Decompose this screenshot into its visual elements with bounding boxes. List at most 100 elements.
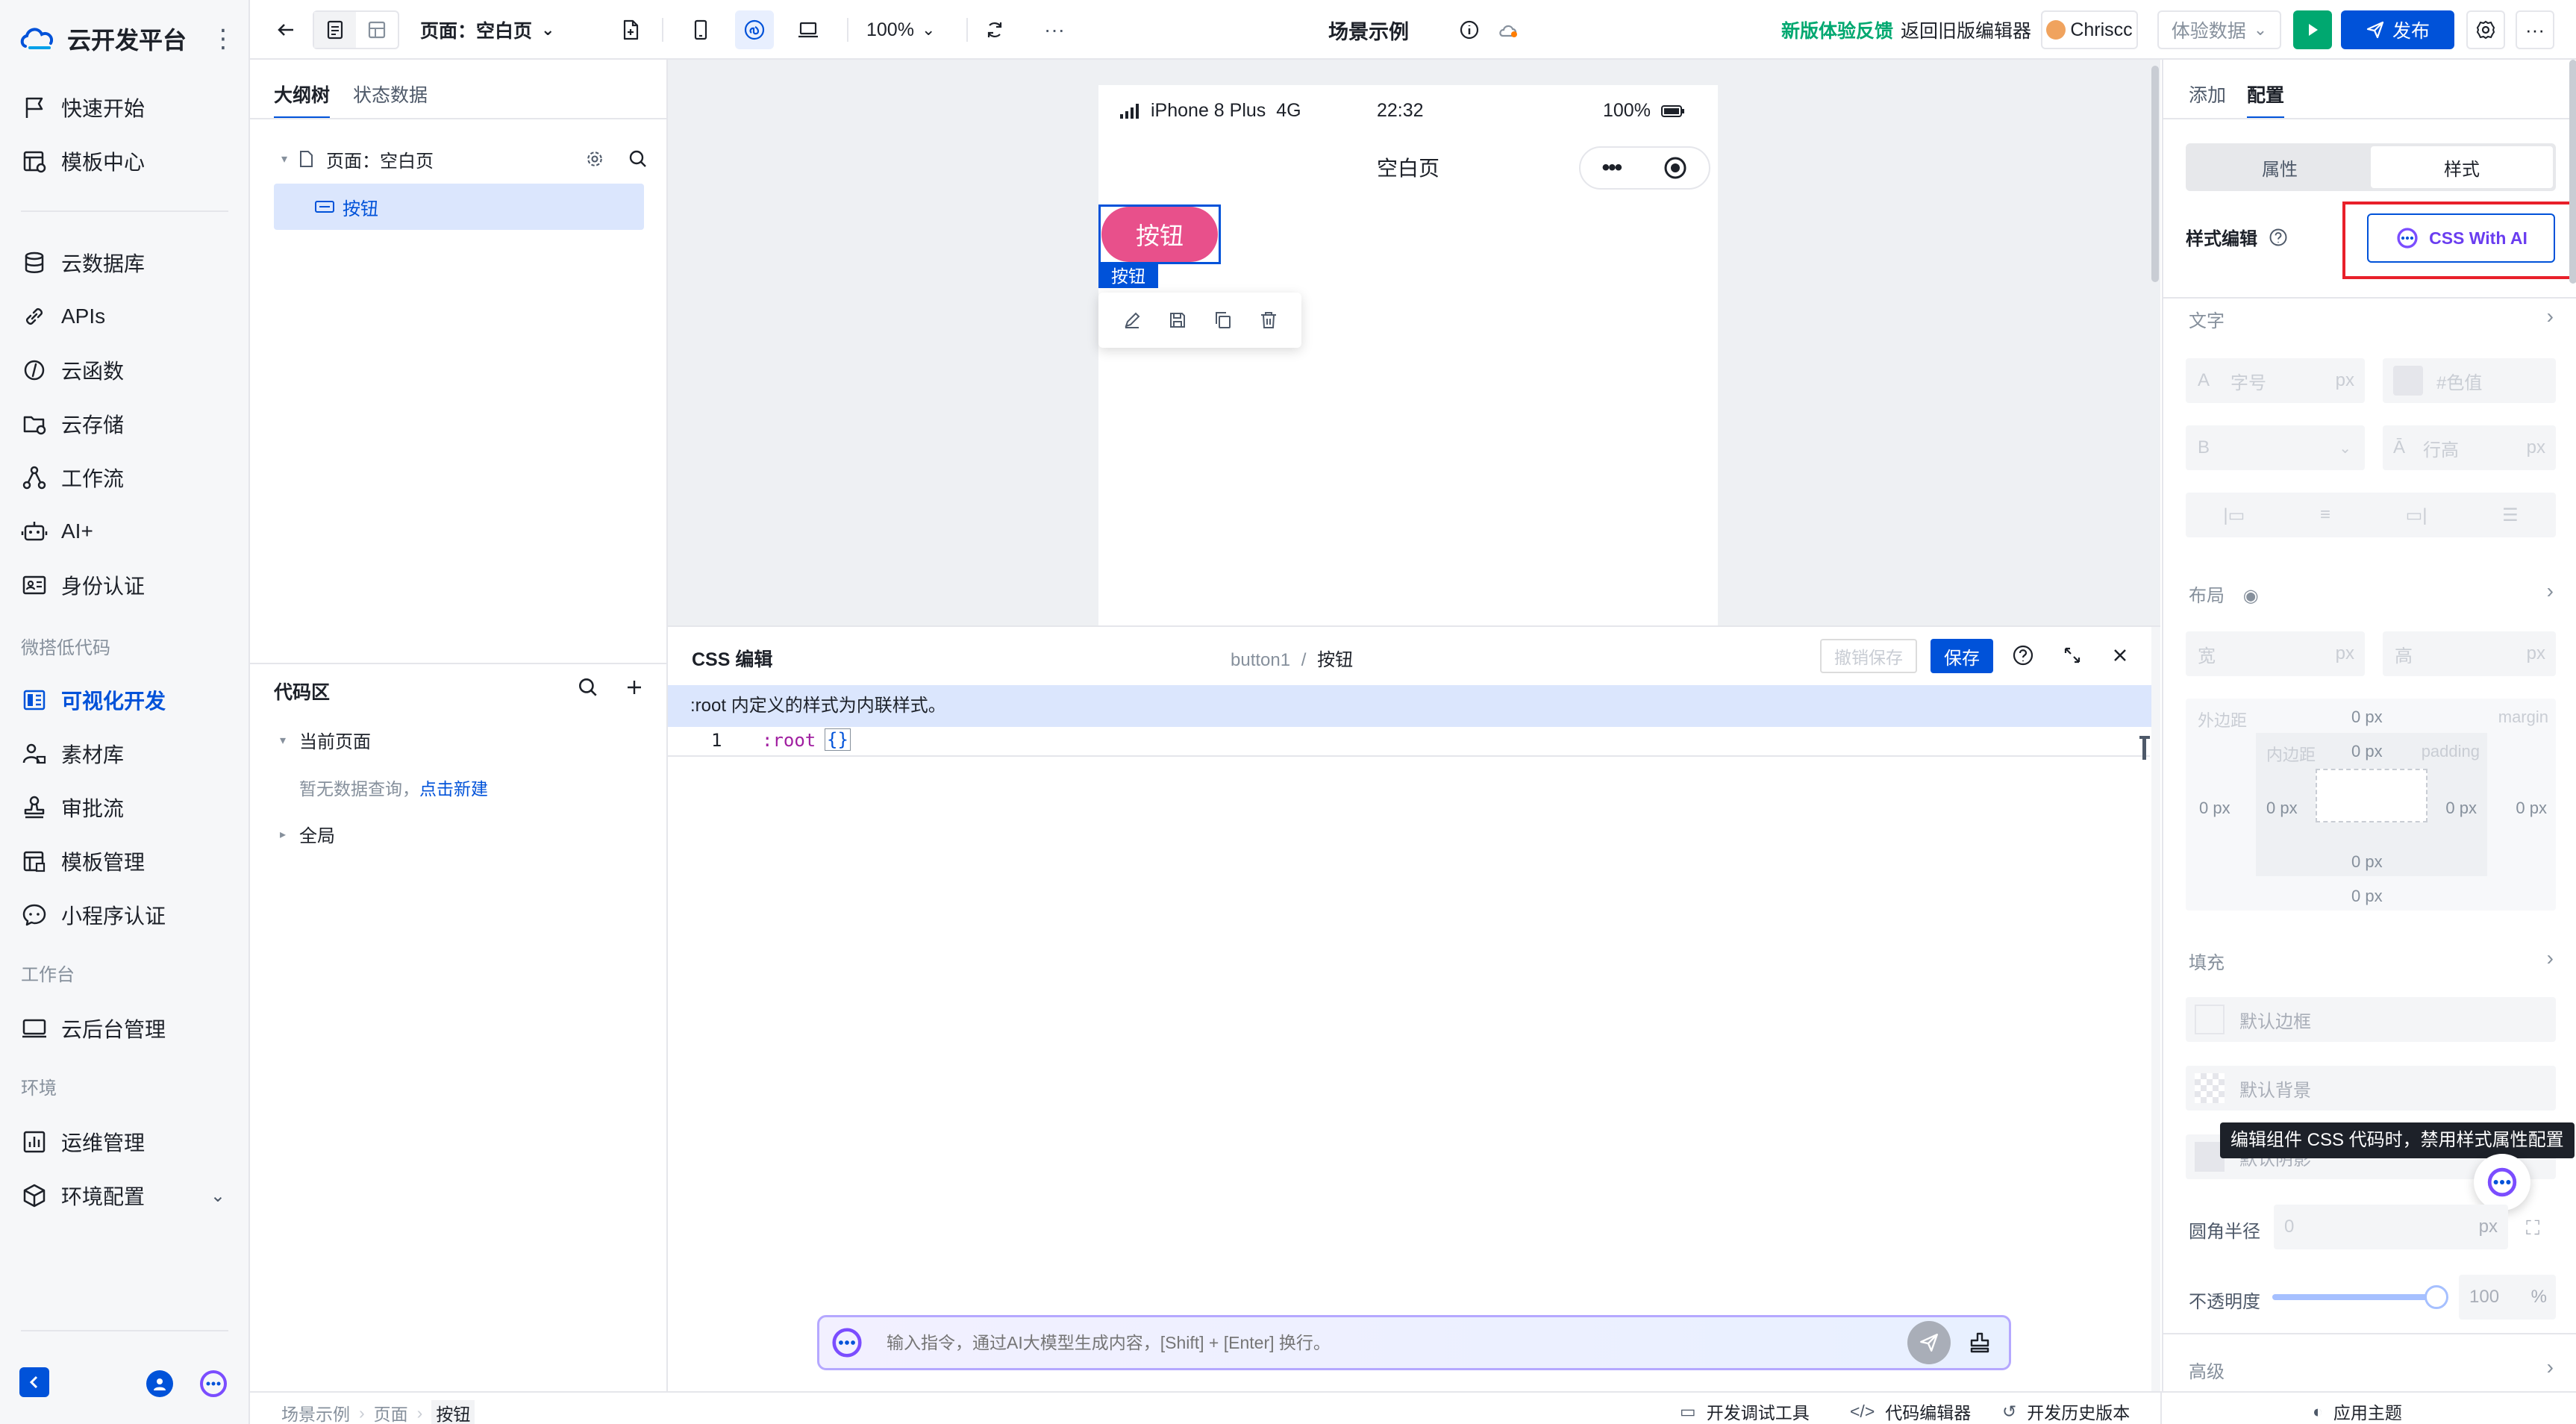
caret-down-icon[interactable]: ▾ [280, 733, 286, 748]
feedback-link[interactable]: 新版体验反馈 [1781, 10, 1893, 49]
ai-prompt-input[interactable] [887, 1320, 1907, 1365]
user-menu[interactable]: Chriscc [2041, 10, 2138, 49]
caret-down-icon[interactable]: ▾ [281, 152, 287, 166]
code-editor-button[interactable]: </> 代码编辑器 [1850, 1399, 1971, 1424]
expand-icon[interactable] [2060, 643, 2084, 667]
breadcrumb-item[interactable]: 场景示例 [281, 1400, 350, 1424]
chevron-right-icon[interactable]: › [2547, 1355, 2554, 1379]
collapse-sidebar-button[interactable] [19, 1367, 49, 1397]
sidebar-item-admin[interactable]: 云后台管理 [13, 1006, 237, 1051]
zoom-select[interactable]: 100% ⌄ [866, 10, 935, 49]
margin-top-value[interactable]: 0 px [2351, 708, 2383, 727]
experience-data-select[interactable]: 体验数据 ⌄ [2157, 10, 2281, 49]
sidebar-item-quickstart[interactable]: 快速开始 [13, 85, 237, 130]
tab-config[interactable]: 配置 [2247, 81, 2285, 119]
sidebar-item-visual-dev[interactable]: 可视化开发 [13, 678, 237, 722]
padding-left-value[interactable]: 0 px [2266, 799, 2298, 818]
more-dots-icon[interactable]: ••• [1602, 155, 1622, 181]
search-icon[interactable] [577, 676, 599, 699]
opacity-slider-track[interactable] [2272, 1294, 2436, 1300]
back-button[interactable] [266, 10, 305, 49]
history-button[interactable]: ↺ 开发历史版本 [2002, 1399, 2130, 1424]
sidebar-item-storage[interactable]: 云存储 [13, 402, 237, 446]
create-query-link[interactable]: 点击新建 [419, 779, 488, 799]
preview-button[interactable] [2293, 10, 2332, 49]
undo-save-button[interactable]: 撤销保存 [1820, 639, 1917, 673]
mobile-view-button[interactable] [681, 10, 720, 49]
sidebar-item-database[interactable]: 云数据库 [13, 240, 237, 285]
tree-node-page[interactable]: ▾ 页面：空白页 [281, 139, 654, 179]
old-editor-link[interactable]: 返回旧版编辑器 [1901, 10, 2031, 49]
eye-icon[interactable]: ◉ [2243, 586, 2259, 606]
sidebar-item-ops[interactable]: 运维管理 [13, 1119, 237, 1164]
expand-corners-icon[interactable]: ⛶ [2526, 1217, 2539, 1240]
tree-node-global[interactable]: ▸ 全局 [280, 821, 335, 847]
desktop-view-button[interactable] [789, 10, 828, 49]
margin-bottom-value[interactable]: 0 px [2351, 887, 2383, 906]
component-panel-icon[interactable] [356, 12, 398, 48]
segment-properties[interactable]: 属性 [2189, 146, 2371, 188]
miniprogram-view-button[interactable] [735, 10, 774, 49]
plus-icon[interactable] [623, 676, 645, 699]
design-canvas[interactable]: iPhone 8 Plus 4G 22:32 100% 空白页 ••• 按钮 按… [668, 60, 2160, 625]
caret-right-icon[interactable]: ▸ [280, 827, 286, 842]
segment-style[interactable]: 样式 [2371, 146, 2553, 188]
help-icon[interactable] [2011, 643, 2035, 667]
tree-node-current-page[interactable]: ▾ 当前页面 [280, 727, 371, 753]
chevron-right-icon[interactable]: › [2547, 305, 2554, 328]
more-icon[interactable]: ⋮ [210, 24, 236, 54]
delete-icon[interactable] [1258, 310, 1279, 331]
avatar[interactable] [146, 1370, 173, 1397]
sidebar-item-env-config[interactable]: 环境配置 ⌄ [13, 1173, 237, 1218]
sidebar-item-functions[interactable]: 云函数 [13, 348, 237, 393]
tab-outline-tree[interactable]: 大纲树 [274, 81, 331, 119]
more-icon[interactable]: ··· [2516, 10, 2554, 49]
ai-float-button[interactable] [2474, 1154, 2530, 1211]
sidebar-item-auth[interactable]: 身份认证 [13, 563, 237, 608]
sidebar-item-apis[interactable]: APIs [13, 294, 237, 339]
sidebar-item-workflow[interactable]: 工作流 [13, 455, 237, 500]
info-icon[interactable] [1450, 10, 1489, 49]
close-icon[interactable] [2108, 643, 2132, 667]
css-with-ai-button[interactable]: CSS With AI [2367, 213, 2555, 263]
breadcrumb-item[interactable]: 页面 [374, 1400, 408, 1424]
opacity-slider-thumb[interactable] [2425, 1285, 2448, 1309]
chevron-right-icon[interactable]: › [2547, 946, 2554, 970]
capsule-menu[interactable]: ••• [1579, 146, 1710, 190]
text-section-title[interactable]: 文字 [2189, 306, 2225, 332]
advanced-section-title[interactable]: 高级 [2189, 1357, 2225, 1383]
page-selector[interactable]: 页面：空白页 ⌄ [420, 10, 554, 49]
record-icon[interactable] [1663, 156, 1687, 180]
new-page-button[interactable] [611, 10, 650, 49]
tree-node-button[interactable]: 按钮 [274, 184, 644, 230]
settings-button[interactable] [2466, 10, 2505, 49]
sidebar-item-approval[interactable]: 审批流 [13, 785, 237, 830]
sidebar-item-miniprogram[interactable]: 小程序认证 [13, 893, 237, 937]
search-icon[interactable] [628, 149, 648, 169]
page-list-icon[interactable] [314, 12, 356, 48]
sidebar-item-template-manage[interactable]: 模板管理 [13, 839, 237, 884]
sidebar-item-template-center[interactable]: 模板中心 [13, 139, 237, 184]
cloud-sync-icon[interactable] [1489, 10, 1528, 49]
tab-add[interactable]: 添加 [2189, 81, 2226, 107]
ai-assistant-icon[interactable] [198, 1369, 228, 1399]
prompt-library-button[interactable] [1958, 1321, 2001, 1364]
chevron-right-icon[interactable]: › [2547, 579, 2554, 603]
padding-right-value[interactable]: 0 px [2445, 799, 2477, 818]
editor-scrollbar[interactable] [2151, 627, 2160, 1393]
layout-section-title[interactable]: 布局 ◉ [2189, 581, 2259, 607]
padding-bottom-value[interactable]: 0 px [2351, 852, 2383, 872]
code-line-1[interactable]: 1 :root {} [668, 727, 2150, 757]
save-icon[interactable] [1167, 310, 1188, 331]
sidebar-item-assets[interactable]: 素材库 [13, 731, 237, 776]
layout-toggle[interactable] [313, 10, 399, 49]
tab-state-data[interactable]: 状态数据 [353, 81, 428, 107]
margin-left-value[interactable]: 0 px [2199, 799, 2230, 818]
chevron-down-icon[interactable]: ⌄ [210, 1185, 225, 1207]
canvas-button[interactable]: 按钮 [1101, 207, 1218, 262]
refresh-button[interactable] [975, 10, 1014, 49]
save-button[interactable]: 保存 [1931, 639, 1993, 673]
config-scrollbar[interactable] [2569, 60, 2576, 284]
ai-prompt-box[interactable] [817, 1315, 2011, 1370]
edit-icon[interactable] [1122, 310, 1142, 331]
